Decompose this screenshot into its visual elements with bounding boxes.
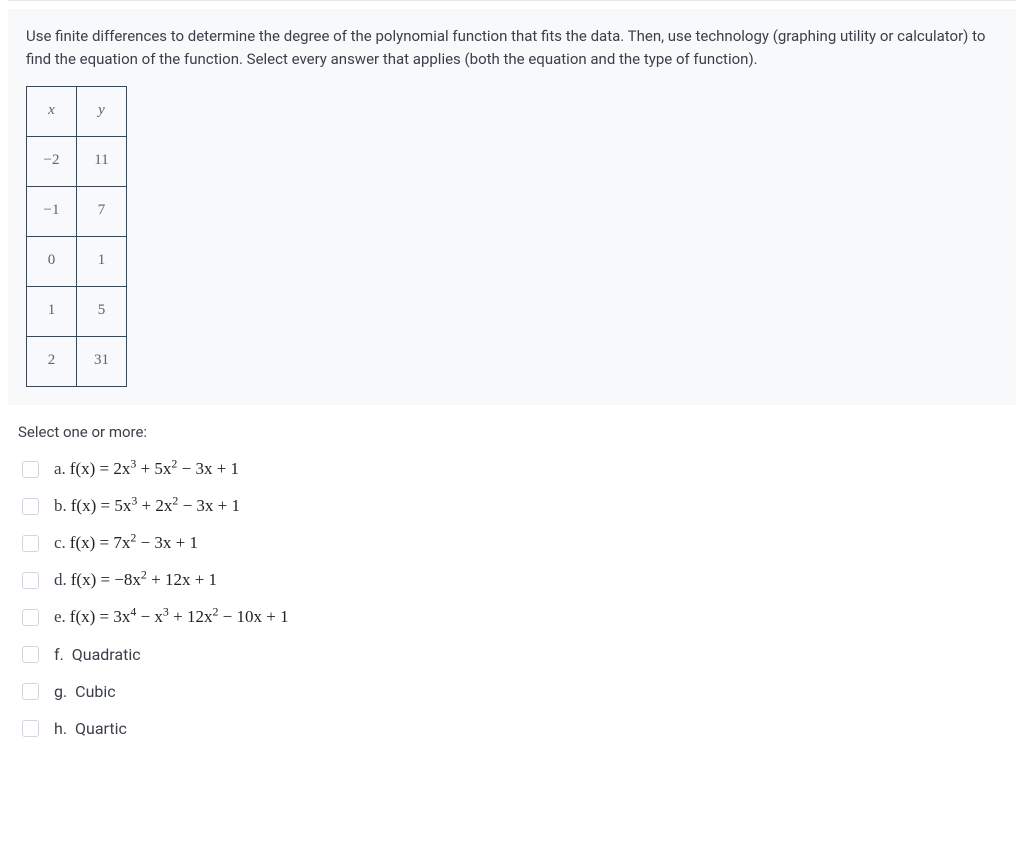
option-h[interactable]: h. Quartic [12,710,1012,747]
option-c[interactable]: c.f(x) = 7x2 − 3x + 1 [12,525,1012,562]
header-y: y [77,86,127,136]
table-row: 1 5 [27,286,127,336]
option-f[interactable]: f. Quadratic [12,636,1012,673]
option-a-label: a.f(x) = 2x3 + 5x2 − 3x + 1 [54,459,239,479]
data-table: x y −2 11 −1 7 0 1 1 5 2 31 [26,86,127,387]
checkbox-a[interactable] [22,461,39,478]
checkbox-e[interactable] [22,609,39,626]
cell-y: 7 [77,186,127,236]
option-c-label: c.f(x) = 7x2 − 3x + 1 [54,533,198,553]
checkbox-g[interactable] [22,683,39,700]
option-f-label: f. Quadratic [54,645,141,664]
option-b-label: b.f(x) = 5x3 + 2x2 − 3x + 1 [54,496,240,516]
checkbox-b[interactable] [22,498,39,515]
select-prompt: Select one or more: [18,423,1012,441]
answers-section: Select one or more: a.f(x) = 2x3 + 5x2 −… [0,423,1024,767]
checkbox-f[interactable] [22,646,39,663]
top-divider [8,0,1016,1]
checkbox-h[interactable] [22,720,39,737]
checkbox-c[interactable] [22,535,39,552]
cell-x: 2 [27,336,77,386]
table-row: 2 31 [27,336,127,386]
option-d-label: d.f(x) = −8x2 + 12x + 1 [54,570,217,590]
cell-y: 5 [77,286,127,336]
cell-y: 1 [77,236,127,286]
option-e[interactable]: e.f(x) = 3x4 − x3 + 12x2 − 10x + 1 [12,599,1012,636]
option-g-label: g. Cubic [54,682,116,701]
option-b[interactable]: b.f(x) = 5x3 + 2x2 − 3x + 1 [12,488,1012,525]
cell-x: 0 [27,236,77,286]
header-x: x [27,86,77,136]
checkbox-d[interactable] [22,572,39,589]
cell-x: −1 [27,186,77,236]
cell-x: 1 [27,286,77,336]
cell-x: −2 [27,136,77,186]
question-text: Use finite differences to determine the … [26,25,998,72]
option-e-label: e.f(x) = 3x4 − x3 + 12x2 − 10x + 1 [54,607,289,627]
table-row: −1 7 [27,186,127,236]
table-row: 0 1 [27,236,127,286]
question-panel: Use finite differences to determine the … [8,9,1016,405]
table-header-row: x y [27,86,127,136]
cell-y: 11 [77,136,127,186]
option-d[interactable]: d.f(x) = −8x2 + 12x + 1 [12,562,1012,599]
option-a[interactable]: a.f(x) = 2x3 + 5x2 − 3x + 1 [12,451,1012,488]
cell-y: 31 [77,336,127,386]
option-h-label: h. Quartic [54,719,127,738]
option-g[interactable]: g. Cubic [12,673,1012,710]
table-row: −2 11 [27,136,127,186]
